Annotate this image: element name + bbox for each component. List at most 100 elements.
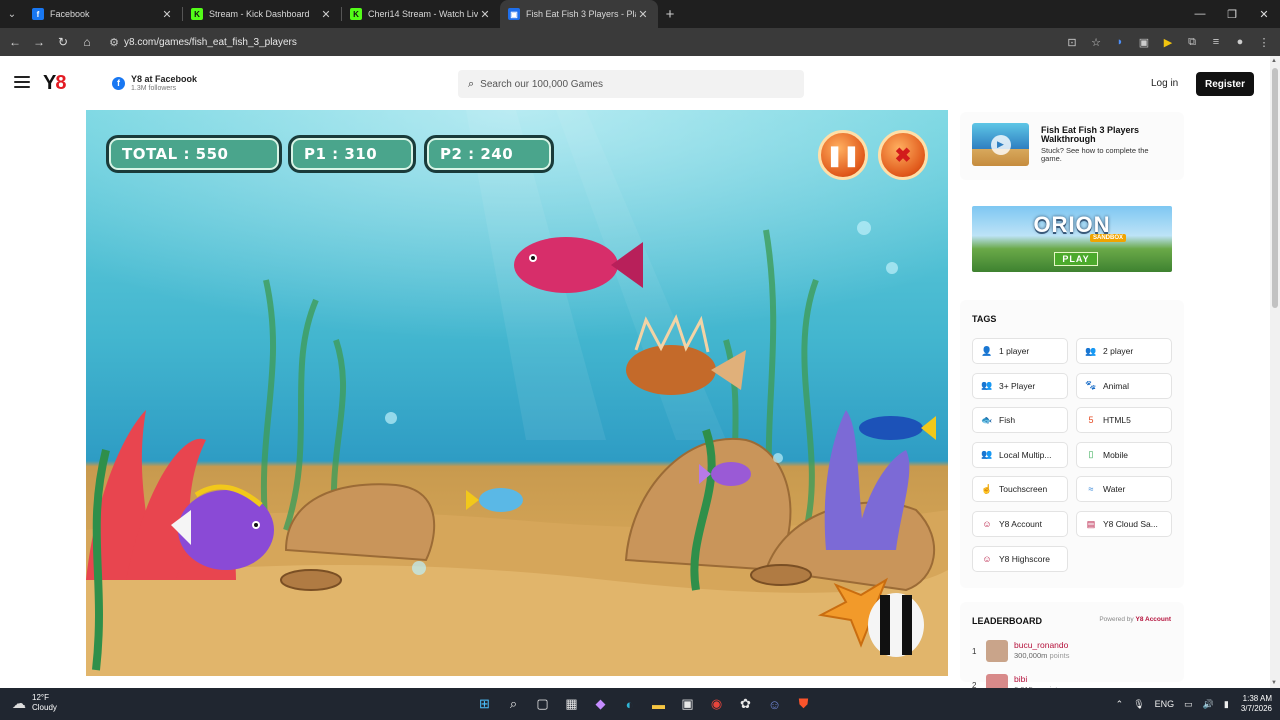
battery-icon[interactable]: ▮ (1224, 699, 1229, 710)
extension-icon[interactable]: ▶ (1156, 36, 1180, 49)
tag-button[interactable]: ☝ Touchscreen (972, 476, 1068, 503)
facebook-followers: 1.3M followers (131, 85, 177, 92)
brave-icon[interactable]: ⛊ (789, 692, 818, 716)
tag-icon: ≈ (1088, 484, 1094, 495)
tab-facebook[interactable]: f Facebook ✕ (24, 0, 182, 28)
copilot-icon[interactable]: ◆ (586, 692, 615, 716)
task-view-icon[interactable]: ▢ (528, 692, 557, 716)
tag-button[interactable]: ▯ Mobile (1076, 441, 1172, 468)
window-close-icon[interactable]: ✕ (1248, 0, 1280, 28)
language-indicator[interactable]: ENG (1155, 699, 1175, 709)
leaderboard-heading: LEADERBOARD (972, 616, 1043, 626)
site-header: Y8 f Y8 at Facebook 1.3M followers ⌕ Log… (0, 56, 1270, 110)
tag-button[interactable]: 👤 1 player (972, 338, 1068, 364)
kick-favicon-icon: K (350, 8, 362, 20)
kebab-menu-icon[interactable]: ⋮ (1252, 36, 1276, 49)
logo-y: Y (43, 72, 56, 94)
address-bar-row: ← → ↻ ⌂ ⚙ y8.com/games/fish_eat_fish_3_p… (0, 28, 1280, 56)
search-box: ⌕ (458, 70, 804, 98)
store-icon[interactable]: ▣ (673, 692, 702, 716)
tag-button[interactable]: ☺ Y8 Highscore (972, 545, 1068, 572)
player-name[interactable]: bibi (1014, 674, 1027, 684)
game-canvas[interactable]: TOTAL : 550 P1 : 310 P2 : 240 ❚❚ ✖ (86, 110, 948, 676)
orion-sandbox-ad[interactable]: ORION SANDBOX PLAY (972, 206, 1172, 272)
scroll-down-icon[interactable]: ▼ (1271, 680, 1277, 686)
tray-overflow-chevron-icon[interactable]: ⌃ (1116, 699, 1124, 710)
extension-icon[interactable]: ◗ (1108, 36, 1132, 48)
edge-icon[interactable]: ◐ (615, 692, 644, 716)
tag-button[interactable]: ≈ Water (1076, 476, 1172, 503)
walkthrough-subtitle: Stuck? See how to complete the game. (1041, 146, 1149, 163)
network-icon[interactable]: ▭ (1184, 699, 1193, 710)
total-score-display: TOTAL : 550 (106, 135, 282, 173)
tab-search-icon[interactable]: ⌄ (0, 0, 24, 28)
volume-icon[interactable]: 🔊 (1203, 699, 1214, 710)
search-icon[interactable]: ⌕ (499, 692, 528, 716)
tag-icon: ▯ (1088, 449, 1094, 460)
tab-close-icon[interactable]: ✕ (636, 8, 650, 21)
player-name[interactable]: bucu_ronando (1014, 640, 1068, 650)
tag-label: Y8 Account (999, 519, 1043, 529)
clock[interactable]: 1:38 AM 3/7/2026 (1241, 694, 1272, 714)
tag-button[interactable]: ▤ Y8 Cloud Sa... (1076, 511, 1172, 537)
search-input[interactable] (480, 78, 781, 90)
walkthrough-card[interactable]: ▶ Fish Eat Fish 3 Players Walkthrough St… (960, 112, 1184, 180)
site-info-icon[interactable]: ⚙ (104, 36, 124, 49)
reload-icon[interactable]: ↻ (51, 28, 75, 56)
windows-taskbar: ☁ 12°F Cloudy ⊞ ⌕ ▢ ▦ ◆ ◐ ▬ ▣ ◉ ✿ ☺ ⛊ ⌃ … (0, 688, 1280, 720)
facebook-link[interactable]: f Y8 at Facebook 1.3M followers (112, 74, 197, 92)
install-app-icon[interactable]: ⊡ (1060, 36, 1084, 49)
register-button[interactable]: Register (1196, 72, 1254, 96)
bookmark-star-icon[interactable]: ☆ (1084, 36, 1108, 49)
forward-arrow-icon[interactable]: → (27, 28, 51, 56)
app-icon[interactable]: ✿ (731, 692, 760, 716)
tab-close-icon[interactable]: ✕ (319, 8, 333, 21)
hamburger-menu-icon[interactable] (14, 76, 30, 88)
walkthrough-thumbnail: ▶ (972, 123, 1029, 166)
mute-button[interactable]: ✖ (878, 130, 928, 180)
powered-by-label: Powered by (1099, 616, 1134, 623)
tag-label: Y8 Cloud Sa... (1103, 519, 1158, 529)
new-tab-plus-icon[interactable]: + (658, 6, 682, 23)
home-icon[interactable]: ⌂ (75, 28, 99, 56)
tab-kick-dashboard[interactable]: K Stream - Kick Dashboard ✕ (183, 0, 341, 28)
login-link[interactable]: Log in (1151, 78, 1178, 89)
ad-play-button[interactable]: PLAY (1054, 252, 1098, 266)
tag-label: 2 player (1103, 346, 1134, 356)
extension-toolbar: ⊡ ☆ ◗ ▣ ▶ ⧉ ≡ ● ⋮ (1060, 28, 1276, 56)
extension-icon[interactable]: ▣ (1132, 36, 1156, 49)
tag-button[interactable]: ☺ Y8 Account (972, 511, 1068, 537)
start-windows-icon[interactable]: ⊞ (470, 692, 499, 716)
scroll-up-icon[interactable]: ▲ (1271, 58, 1277, 64)
tab-title: Fish Eat Fish 3 Players - Play No (526, 9, 636, 19)
back-arrow-icon[interactable]: ← (3, 28, 27, 56)
scrollbar-thumb[interactable] (1272, 68, 1278, 308)
url-omnibox[interactable]: ⚙ y8.com/games/fish_eat_fish_3_players (104, 30, 1094, 54)
tab-close-icon[interactable]: ✕ (160, 8, 174, 21)
discord-icon[interactable]: ☺ (760, 692, 789, 716)
tab-kick-stream[interactable]: K Cheri14 Stream - Watch Live o ✕ (342, 0, 500, 28)
microphone-icon[interactable]: 🎙 (1133, 699, 1144, 710)
profile-avatar-icon[interactable]: ● (1228, 36, 1252, 48)
tag-button[interactable]: 🐟 Fish (972, 407, 1068, 434)
tag-button[interactable]: 👥 3+ Player (972, 372, 1068, 399)
widgets-icon[interactable]: ▦ (557, 692, 586, 716)
page-scrollbar[interactable]: ▲ ▼ (1270, 56, 1280, 688)
tab-close-icon[interactable]: ✕ (478, 8, 492, 21)
minimize-icon[interactable]: — (1184, 0, 1216, 28)
file-explorer-icon[interactable]: ▬ (644, 692, 673, 716)
restore-icon[interactable]: ❐ (1216, 0, 1248, 28)
media-icon[interactable]: ≡ (1204, 36, 1228, 48)
tag-button[interactable]: 👥 2 player (1076, 338, 1172, 364)
tag-button[interactable]: 🐾 Animal (1076, 372, 1172, 399)
chrome-icon[interactable]: ◉ (702, 692, 731, 716)
tab-fish-eat-fish[interactable]: ▣ Fish Eat Fish 3 Players - Play No ✕ (500, 0, 658, 28)
tag-button[interactable]: 5 HTML5 (1076, 407, 1172, 434)
y8-logo[interactable]: Y8 (43, 72, 66, 95)
weather-widget[interactable]: ☁ 12°F Cloudy (12, 693, 57, 713)
tag-button[interactable]: 👥 Local Multip... (972, 441, 1068, 468)
pause-button[interactable]: ❚❚ (818, 130, 868, 180)
y8-account-link[interactable]: Y8 Account (1135, 616, 1171, 623)
leaderboard-row[interactable]: 1 bucu_ronando 300,000m points (972, 640, 1172, 664)
puzzle-icon[interactable]: ⧉ (1180, 36, 1204, 49)
